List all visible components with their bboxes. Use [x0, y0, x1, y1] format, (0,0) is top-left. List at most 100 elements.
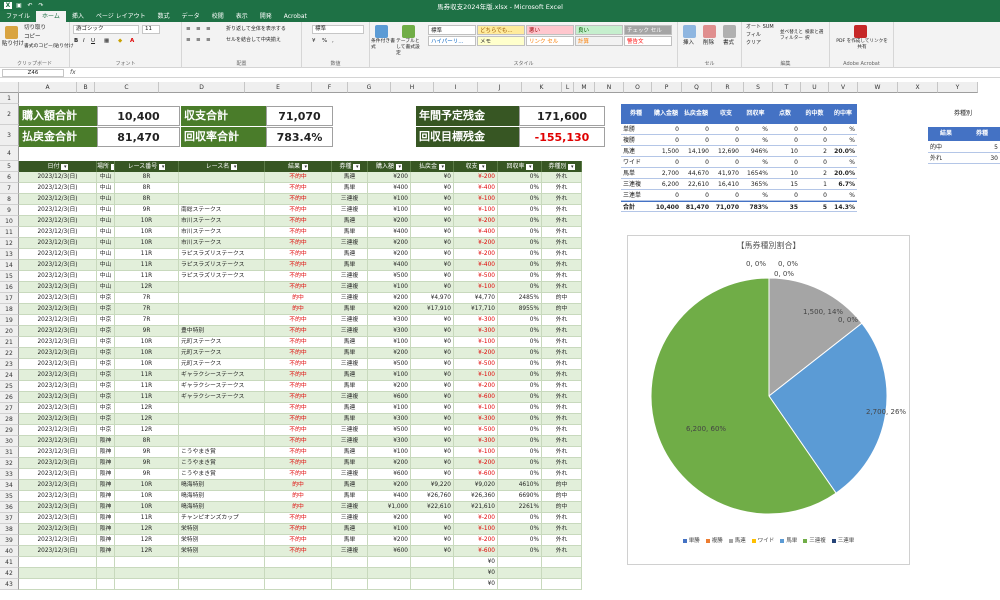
table-cell-10[interactable]: 外れ: [542, 348, 582, 359]
stats-cell-1[interactable]: 0: [651, 157, 681, 168]
table-cell-2[interactable]: 7R: [115, 304, 179, 315]
column-header-X[interactable]: X: [898, 82, 938, 93]
stats-cell-4[interactable]: 783%: [741, 201, 770, 212]
table-cell-3[interactable]: ギャラクシーステークス: [179, 370, 265, 381]
row-header-9[interactable]: 9: [0, 205, 19, 216]
table-cell-9[interactable]: 0%: [498, 172, 542, 183]
stats-cell-3[interactable]: 71,070: [711, 201, 741, 212]
table-cell-3[interactable]: 栄特別: [179, 535, 265, 546]
column-header-B[interactable]: B: [77, 82, 95, 93]
table-cell-1[interactable]: 中京: [97, 425, 115, 436]
align-left-icon[interactable]: ≡: [186, 36, 191, 45]
table-cell-3[interactable]: ラピスラズリステークス: [179, 271, 265, 282]
table-cell-1[interactable]: 中山: [97, 205, 115, 216]
table-cell-10[interactable]: 外れ: [542, 249, 582, 260]
stats-cell-0[interactable]: 合計: [621, 201, 651, 212]
row-header-41[interactable]: 41: [0, 557, 19, 568]
table-cell-6[interactable]: ¥200: [368, 304, 411, 315]
row-header-33[interactable]: 33: [0, 469, 19, 480]
table-cell-5[interactable]: 馬単: [332, 535, 368, 546]
table-cell-2[interactable]: 11R: [115, 249, 179, 260]
column-header-C[interactable]: C: [95, 82, 159, 93]
table-cell-3[interactable]: [179, 293, 265, 304]
filter-dropdown-icon[interactable]: ▾: [479, 164, 486, 170]
table-cell-2[interactable]: 11R: [115, 381, 179, 392]
font-name-select[interactable]: 游ゴシック: [73, 25, 139, 34]
table-cell-0[interactable]: 2023/12/3(日): [19, 282, 97, 293]
stats-cell-3[interactable]: 0: [711, 157, 741, 168]
stats-cell-4[interactable]: 946%: [741, 146, 770, 157]
row-header-10[interactable]: 10: [0, 216, 19, 227]
table-cell-0[interactable]: [19, 568, 97, 579]
table-cell-1[interactable]: 中京: [97, 381, 115, 392]
table-cell-8[interactable]: ¥17,710: [454, 304, 498, 315]
column-header-T[interactable]: T: [773, 82, 801, 93]
table-cell-4[interactable]: [265, 579, 332, 590]
stats-cell-5[interactable]: 0: [770, 124, 800, 135]
table-cell-5[interactable]: 三連複: [332, 359, 368, 370]
table-cell-0[interactable]: 2023/12/3(日): [19, 414, 97, 425]
table-cell-7[interactable]: ¥0: [411, 381, 454, 392]
table-cell-4[interactable]: 不的中: [265, 425, 332, 436]
table-cell-4[interactable]: 不的中: [265, 216, 332, 227]
legend-item-4[interactable]: 馬単: [780, 536, 797, 544]
table-cell-9[interactable]: [498, 568, 542, 579]
bold-icon[interactable]: B: [74, 37, 78, 46]
table-cell-1[interactable]: 中京: [97, 315, 115, 326]
table-cell-1[interactable]: 中山: [97, 238, 115, 249]
stats-cell-5[interactable]: 15: [770, 179, 800, 190]
table-cell-8[interactable]: ¥-200: [454, 381, 498, 392]
stats-cell-7[interactable]: 14.3%: [829, 201, 857, 212]
stats-cell-7[interactable]: %: [829, 190, 857, 201]
table-cell-9[interactable]: [498, 579, 542, 590]
table-cell-6[interactable]: [368, 568, 411, 579]
table-cell-6[interactable]: ¥300: [368, 315, 411, 326]
column-header-G[interactable]: G: [348, 82, 391, 93]
table-cell-0[interactable]: 2023/12/3(日): [19, 249, 97, 260]
table-cell-1[interactable]: 阪神: [97, 491, 115, 502]
align-center-icon[interactable]: ≡: [196, 36, 201, 45]
table-cell-0[interactable]: 2023/12/3(日): [19, 535, 97, 546]
row-header-4[interactable]: 4: [0, 146, 19, 161]
purchase-total-value[interactable]: 10,400: [97, 106, 180, 126]
column-header-P[interactable]: P: [652, 82, 682, 93]
table-cell-0[interactable]: 2023/12/3(日): [19, 370, 97, 381]
table-cell-1[interactable]: 中京: [97, 304, 115, 315]
format-cells-icon[interactable]: [723, 25, 736, 38]
table-cell-4[interactable]: [265, 568, 332, 579]
table-cell-9[interactable]: [498, 557, 542, 568]
filter-dropdown-icon[interactable]: ▾: [568, 164, 575, 170]
row-header-8[interactable]: 8: [0, 194, 19, 205]
table-cell-5[interactable]: 馬単: [332, 414, 368, 425]
row-header-12[interactable]: 12: [0, 238, 19, 249]
table-cell-4[interactable]: 不的中: [265, 535, 332, 546]
table-cell-0[interactable]: 2023/12/3(日): [19, 238, 97, 249]
cell-style-1[interactable]: どちらでも...: [477, 25, 525, 35]
stats-cell-0[interactable]: 馬連: [621, 146, 651, 157]
table-cell-10[interactable]: 的中: [542, 304, 582, 315]
table-cell-7[interactable]: ¥0: [411, 194, 454, 205]
table-cell-7[interactable]: ¥0: [411, 260, 454, 271]
table-cell-6[interactable]: ¥200: [368, 172, 411, 183]
table-cell-7[interactable]: ¥0: [411, 469, 454, 480]
table-cell-6[interactable]: ¥200: [368, 293, 411, 304]
table-cell-2[interactable]: 12R: [115, 546, 179, 557]
table-cell-3[interactable]: [179, 425, 265, 436]
table-cell-9[interactable]: 4610%: [498, 480, 542, 491]
table-cell-3[interactable]: 栄特別: [179, 546, 265, 557]
table-cell-2[interactable]: 8R: [115, 172, 179, 183]
table-cell-10[interactable]: 的中: [542, 480, 582, 491]
table-cell-2[interactable]: 8R: [115, 436, 179, 447]
stats-cell-0[interactable]: 三連単: [621, 190, 651, 201]
table-cell-6[interactable]: ¥300: [368, 414, 411, 425]
table-cell-8[interactable]: ¥-400: [454, 227, 498, 238]
table-cell-8[interactable]: ¥-200: [454, 249, 498, 260]
table-cell-1[interactable]: 中京: [97, 414, 115, 425]
table-cell-9[interactable]: 2261%: [498, 502, 542, 513]
table-cell-4[interactable]: 的中: [265, 502, 332, 513]
column-header-N[interactable]: N: [595, 82, 624, 93]
table-cell-5[interactable]: 三連複: [332, 282, 368, 293]
table-cell-8[interactable]: ¥-100: [454, 282, 498, 293]
table-cell-6[interactable]: ¥200: [368, 249, 411, 260]
table-cell-2[interactable]: 9R: [115, 458, 179, 469]
